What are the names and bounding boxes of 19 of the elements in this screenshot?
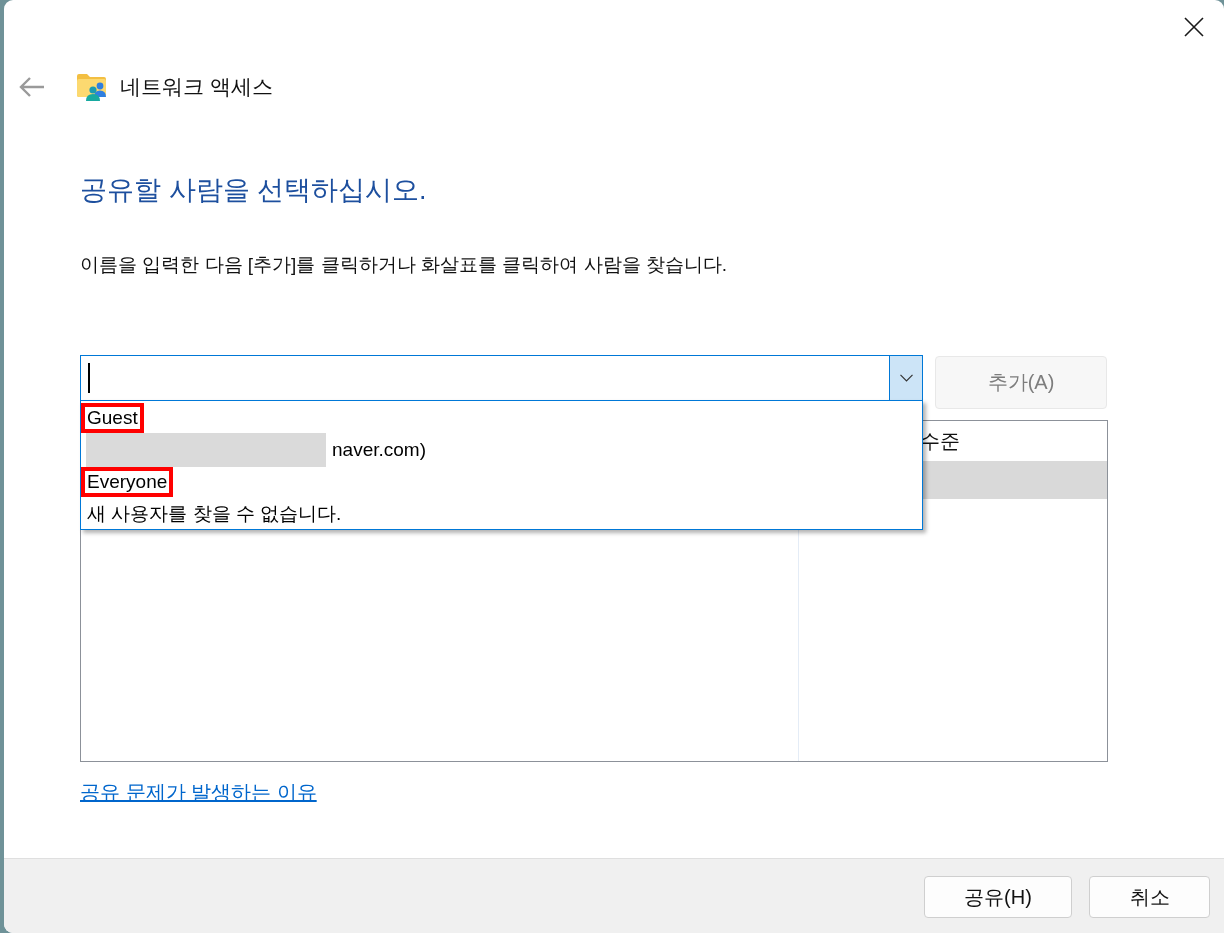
dropdown-button[interactable] <box>889 356 922 400</box>
chevron-down-icon <box>899 374 913 382</box>
back-button[interactable] <box>19 76 45 98</box>
back-arrow-icon <box>19 76 45 98</box>
dialog-button[interactable]: 공유(H) <box>924 876 1072 918</box>
dialog-button[interactable]: 취소 <box>1089 876 1210 918</box>
column-header[interactable]: 수준 <box>920 427 960 455</box>
dropdown-option[interactable]: 새 사용자를 찾을 수 없습니다. <box>81 499 348 529</box>
dropdown-option[interactable]: Guest <box>81 403 144 433</box>
close-icon <box>1184 17 1204 37</box>
dropdown-option[interactable]: Everyone <box>81 467 174 497</box>
name-combo-field[interactable] <box>80 355 923 401</box>
instruction-text: 이름을 입력한 다음 [추가]를 클릭하거나 화살표를 클릭하여 사람을 찾습니다. <box>80 253 728 277</box>
main-instruction: 공유할 사람을 선택하십시오. <box>80 174 427 207</box>
help-link[interactable]: 공유 문제가 발생하는 이유 <box>80 779 317 805</box>
text-cursor-icon <box>88 363 90 393</box>
dropdown-option[interactable]: naver.com) <box>326 435 432 465</box>
window-title: 네트워크 액세스 <box>120 74 273 100</box>
folder-people-icon <box>77 73 107 101</box>
